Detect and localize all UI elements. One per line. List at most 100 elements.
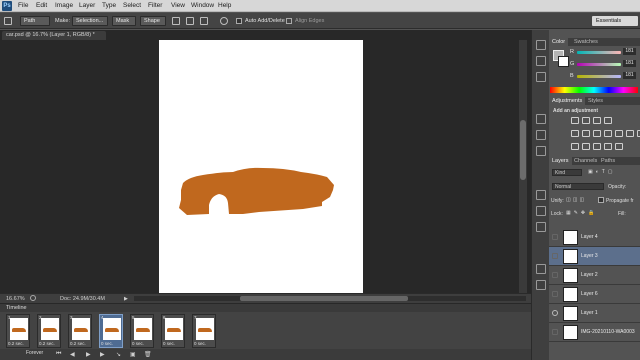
info-icon[interactable] [536, 72, 546, 82]
frame-duration[interactable]: 0.2 sec. [8, 341, 24, 346]
green-slider[interactable] [577, 63, 621, 66]
layer-row[interactable]: Layer 1 [549, 304, 640, 323]
canvas[interactable] [159, 40, 363, 295]
status-arrow-icon[interactable]: ▶ [124, 296, 128, 302]
layer-row[interactable]: IMG-20210110-WA0003 [549, 323, 640, 342]
invert-icon[interactable] [571, 143, 579, 150]
channel-mixer-icon[interactable] [626, 130, 634, 137]
delete-frame-icon[interactable]: 🗑 [144, 351, 152, 358]
align-edges-checkbox[interactable] [286, 18, 292, 24]
menu-filter[interactable]: Filter [148, 2, 162, 9]
make-shape-button[interactable]: Shape [140, 16, 166, 26]
timeline-frame[interactable]: 30.2 sec. [68, 314, 92, 348]
unify-icons[interactable]: ◫◫◫ [566, 197, 586, 203]
prev-frame-icon[interactable]: ◀ [70, 351, 75, 358]
menu-layer[interactable]: Layer [79, 2, 95, 9]
path-operations-icon[interactable] [172, 17, 180, 25]
first-frame-icon[interactable]: ⏮ [56, 351, 61, 358]
frame-duration[interactable]: 0 sec. [163, 341, 175, 346]
brush-presets-icon[interactable] [536, 114, 546, 124]
next-frame-icon[interactable]: ▶ [100, 351, 105, 358]
visibility-eye-icon[interactable] [552, 272, 558, 278]
status-info-icon[interactable] [30, 295, 36, 301]
color-spectrum[interactable] [550, 87, 638, 93]
tween-icon[interactable]: ↘ [116, 351, 121, 358]
menu-window[interactable]: Window [191, 2, 214, 9]
menu-file[interactable]: File [18, 2, 28, 9]
workspace-select[interactable]: Essentials [592, 16, 638, 26]
tab-styles[interactable]: Styles [585, 97, 606, 105]
document-tab[interactable]: car.psd @ 16.7% (Layer 1, RGB/8) * [2, 31, 106, 40]
vertical-scroll-thumb[interactable] [520, 120, 526, 180]
character-icon[interactable] [536, 130, 546, 140]
frame-duration[interactable]: 0.2 sec. [70, 341, 86, 346]
tab-layers[interactable]: Layers [549, 157, 572, 165]
posterize-icon[interactable] [582, 143, 590, 150]
red-value[interactable]: 181 [623, 48, 636, 55]
blue-slider[interactable] [577, 75, 621, 78]
visibility-eye-icon[interactable] [552, 291, 558, 297]
visibility-eye-icon[interactable] [552, 253, 558, 259]
black-white-icon[interactable] [604, 130, 612, 137]
lock-icons[interactable]: ▦✎✥🔒 [566, 210, 597, 216]
vibrance-icon[interactable] [571, 130, 579, 137]
green-value[interactable]: 181 [623, 60, 636, 67]
menu-select[interactable]: Select [123, 2, 141, 9]
propagate-checkbox[interactable] [598, 197, 604, 203]
blend-mode-select[interactable]: Normal [552, 183, 604, 190]
make-selection-button[interactable]: Selection... [72, 16, 108, 26]
timeline-frame[interactable]: 50 sec. [130, 314, 154, 348]
path-arrangement-icon[interactable] [200, 17, 208, 25]
menu-edit[interactable]: Edit [36, 2, 47, 9]
visibility-eye-icon[interactable] [552, 329, 558, 335]
tab-adjustments[interactable]: Adjustments [549, 97, 586, 105]
actions-icon[interactable] [536, 190, 546, 200]
layer-filter-kind[interactable]: Kind [552, 169, 582, 176]
notes-icon[interactable] [536, 280, 546, 290]
navigator-icon[interactable] [536, 206, 546, 216]
threshold-icon[interactable] [593, 143, 601, 150]
frame-duration[interactable]: 0.2 sec. [39, 341, 55, 346]
red-slider[interactable] [577, 51, 621, 54]
layer-filter-icons[interactable]: ▣◐T▢ [588, 169, 616, 175]
timeline-frame[interactable]: 70 sec. [192, 314, 216, 348]
visibility-eye-icon[interactable] [552, 310, 558, 316]
timeline-frame[interactable]: 60 sec. [161, 314, 185, 348]
menu-image[interactable]: Image [55, 2, 73, 9]
curves-icon[interactable] [593, 117, 601, 124]
pen-tool-icon[interactable] [4, 17, 12, 25]
layer-row[interactable]: Layer 6 [549, 285, 640, 304]
frame-duration[interactable]: 0 sec. [101, 341, 113, 346]
photo-filter-icon[interactable] [615, 130, 623, 137]
duplicate-frame-icon[interactable]: ▣ [130, 351, 136, 358]
properties-icon[interactable] [536, 56, 546, 66]
tool-presets-icon[interactable] [536, 222, 546, 232]
tab-paths[interactable]: Paths [598, 157, 618, 165]
menu-help[interactable]: Help [218, 2, 231, 9]
menu-view[interactable]: View [171, 2, 185, 9]
tab-swatches[interactable]: Swatches [571, 38, 601, 46]
timeline-title[interactable]: Timeline [0, 304, 531, 312]
gradient-map-icon[interactable] [604, 143, 612, 150]
auto-add-delete-checkbox[interactable] [236, 18, 242, 24]
paragraph-icon[interactable] [536, 146, 546, 156]
menu-type[interactable]: Type [102, 2, 116, 9]
layer-row[interactable]: Layer 2 [549, 266, 640, 285]
color-balance-icon[interactable] [593, 130, 601, 137]
timeline-frame[interactable]: 40 sec. [99, 314, 123, 348]
visibility-eye-icon[interactable] [552, 234, 558, 240]
exposure-icon[interactable] [604, 117, 612, 124]
zoom-level[interactable]: 16.67% [6, 296, 25, 302]
frame-duration[interactable]: 0 sec. [194, 341, 206, 346]
loop-select[interactable]: Forever [26, 350, 43, 356]
clone-source-icon[interactable] [536, 264, 546, 274]
levels-icon[interactable] [582, 117, 590, 124]
timeline-frame[interactable]: 20.2 sec. [37, 314, 61, 348]
horizontal-scroll-thumb[interactable] [240, 296, 408, 301]
tab-channels[interactable]: Channels [571, 157, 600, 165]
frame-duration[interactable]: 0 sec. [132, 341, 144, 346]
tab-color[interactable]: Color [549, 38, 569, 46]
blue-value[interactable]: 181 [623, 72, 636, 79]
play-icon[interactable]: ▶ [86, 351, 91, 358]
brightness-contrast-icon[interactable] [571, 117, 579, 124]
